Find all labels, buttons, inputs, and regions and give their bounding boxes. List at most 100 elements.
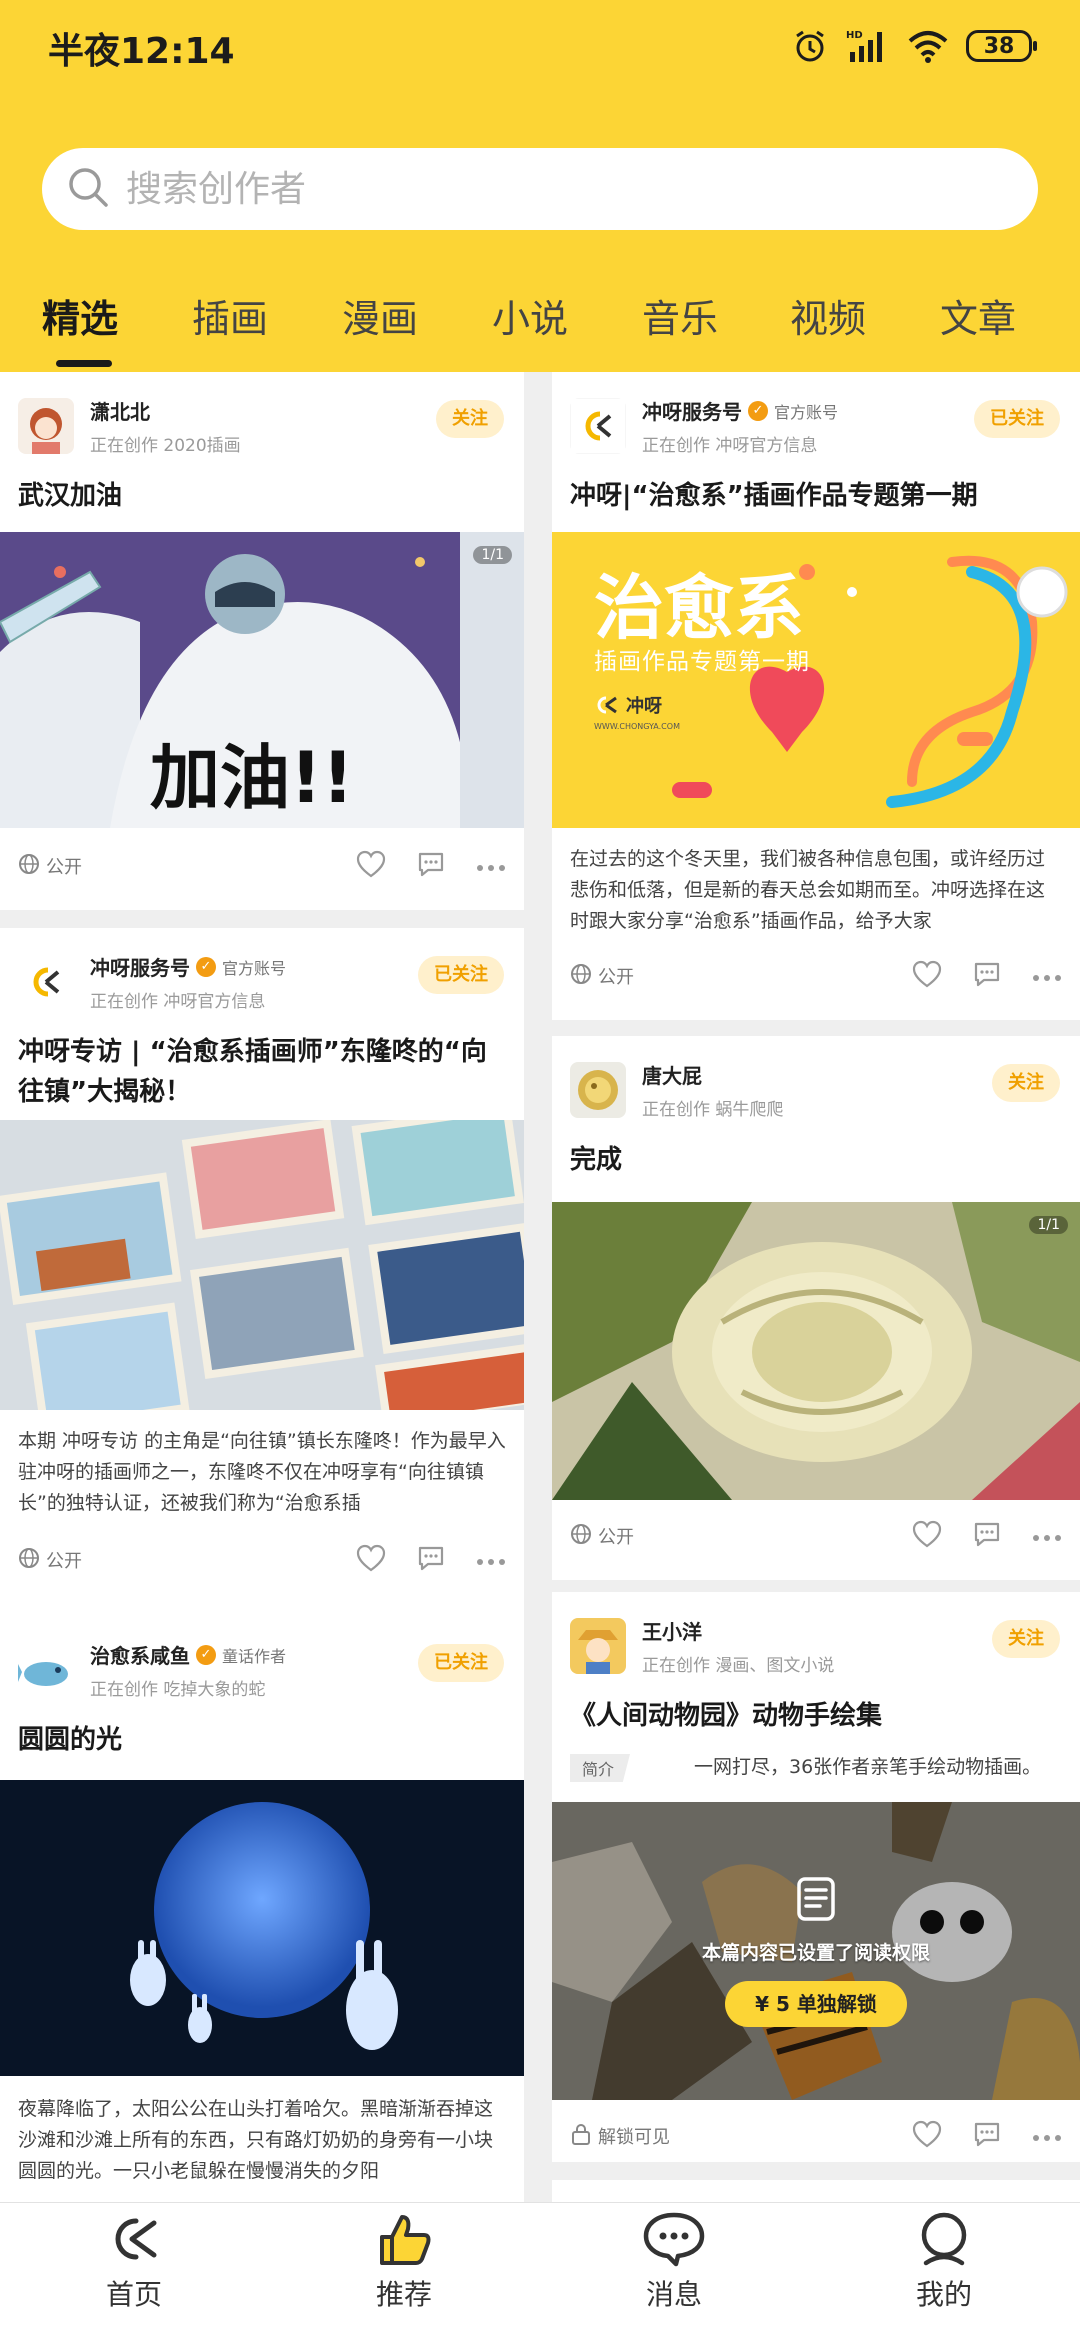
visibility-label: 公开 (46, 1551, 82, 1572)
tab-novels[interactable]: 小说 (492, 288, 568, 343)
more-icon[interactable] (1032, 2127, 1062, 2146)
post-image[interactable] (0, 1120, 524, 1410)
visibility-label: 公开 (598, 967, 634, 988)
post-card[interactable]: 治愈系咸鱼 ✓ 童话作者 正在创作 吃掉大象的蛇 已关注 圆圆的光 夜幕降临了，太阳… (0, 1616, 524, 2202)
author-name: 冲呀服务号 (642, 400, 742, 424)
globe-icon (570, 963, 592, 990)
post-footer: 公开 (570, 956, 1062, 996)
author-info[interactable]: 潇北北 正在创作 2020插画 (18, 394, 241, 458)
post-footer: 解锁可见 (570, 2116, 1062, 2156)
author-info[interactable]: 王小洋 正在创作 漫画、图文小说 (570, 1614, 834, 1678)
post-card[interactable]: 冲呀服务号 ✓ 官方账号 正在创作 冲呀官方信息 已关注 冲呀专访 | “治愈系插画… (0, 928, 524, 1668)
post-footer: 公开 (18, 1540, 506, 1580)
locked-overlay: 本篇内容已设置了阅读权限 ¥ 5 单独解锁 (552, 1802, 1080, 2100)
author-name: 冲呀服务号 (90, 956, 190, 980)
post-title: 《人间动物园》动物手绘集 (570, 1701, 883, 1731)
author-name: 唐大屁 (642, 1064, 702, 1088)
post-card[interactable] (552, 2180, 1080, 2202)
post-card[interactable]: 唐大屁 正在创作 蜗牛爬爬 关注 完成 1/1 公开 (552, 1036, 1080, 1580)
author-name: 治愈系咸鱼 (90, 1644, 190, 1668)
following-button[interactable]: 已关注 (974, 400, 1060, 438)
post-title: 武汉加油 (18, 481, 123, 511)
post-image[interactable]: 治愈系 插画作品专题第一期 冲呀 WWW.CHONGYA.COM (552, 532, 1080, 828)
author-status: 正在创作 漫画、图文小说 (642, 1656, 835, 1676)
author-info[interactable]: 治愈系咸鱼 ✓ 童话作者 正在创作 吃掉大象的蛇 (18, 1638, 286, 1702)
author-name: 王小洋 (642, 1620, 702, 1644)
svg-text:加油!!: 加油!! (150, 737, 354, 819)
comment-icon[interactable] (972, 1520, 1002, 1552)
author-info[interactable]: 冲呀服务号 ✓ 官方账号 正在创作 冲呀官方信息 (18, 950, 286, 1014)
comment-icon[interactable] (416, 1544, 446, 1576)
post-card[interactable]: 潇北北 正在创作 2020插画 关注 武汉加油 加油!! 1/1 公开 (0, 372, 524, 910)
nav-home[interactable]: 首页 (64, 2211, 204, 2313)
more-icon[interactable] (476, 1551, 506, 1570)
battery-indicator: 38 (966, 30, 1037, 62)
avatar[interactable] (570, 398, 626, 454)
tab-featured[interactable]: 精选 (42, 288, 118, 343)
avatar[interactable] (570, 1618, 626, 1674)
comment-icon[interactable] (972, 960, 1002, 992)
follow-button[interactable]: 关注 (992, 1620, 1060, 1658)
comment-icon[interactable] (972, 2120, 1002, 2152)
post-image[interactable] (0, 1780, 524, 2076)
more-icon[interactable] (1032, 1527, 1062, 1546)
author-status: 正在创作 蜗牛爬爬 (642, 1100, 784, 1120)
follow-button[interactable]: 关注 (992, 1064, 1060, 1102)
author-badge: 童话作者 (222, 1646, 287, 1666)
search-bar[interactable] (42, 148, 1038, 230)
locked-post-image[interactable]: 本篇内容已设置了阅读权限 ¥ 5 单独解锁 (552, 1802, 1080, 2100)
image-count: 1/1 (1029, 1216, 1068, 1234)
author-badge: 官方账号 (222, 958, 287, 978)
more-icon[interactable] (476, 857, 506, 876)
avatar[interactable] (18, 954, 74, 1010)
home-icon (102, 2211, 166, 2267)
nav-label: 消息 (645, 2278, 702, 2311)
like-icon[interactable] (912, 960, 942, 992)
nav-messages[interactable]: 消息 (604, 2211, 744, 2313)
verified-icon: ✓ (196, 1644, 216, 1665)
tab-comics[interactable]: 漫画 (342, 288, 418, 343)
banner-brand-name: 冲呀 (626, 696, 662, 717)
avatar[interactable] (570, 1062, 626, 1118)
document-icon (796, 1876, 836, 1926)
globe-icon (18, 1547, 40, 1574)
active-tab-indicator (56, 360, 112, 367)
comment-icon[interactable] (416, 850, 446, 882)
post-footer: 公开 (570, 1516, 1062, 1556)
nav-profile[interactable]: 我的 (874, 2211, 1014, 2313)
following-button[interactable]: 已关注 (418, 1644, 504, 1682)
verified-icon: ✓ (196, 956, 216, 977)
wifi-icon (908, 29, 948, 63)
alarm-icon (792, 28, 828, 64)
intro-tag: 简介 (570, 1754, 631, 1782)
author-info[interactable]: 唐大屁 正在创作 蜗牛爬爬 (570, 1058, 783, 1122)
unlock-button[interactable]: ¥ 5 单独解锁 (725, 1980, 907, 2027)
following-button[interactable]: 已关注 (418, 956, 504, 994)
avatar[interactable] (18, 398, 74, 454)
follow-button[interactable]: 关注 (436, 400, 504, 438)
nav-label: 首页 (105, 2278, 162, 2311)
more-icon[interactable] (1032, 967, 1062, 986)
tab-video[interactable]: 视频 (790, 288, 866, 343)
post-card[interactable]: 王小洋 正在创作 漫画、图文小说 关注 《人间动物园》动物手绘集 简介 一网打尽… (552, 1592, 1080, 2162)
post-card[interactable]: 冲呀服务号 ✓ 官方账号 正在创作 冲呀官方信息 已关注 冲呀|“治愈系”插画作品专… (552, 372, 1080, 1020)
nav-recommend[interactable]: 推荐 (334, 2211, 474, 2313)
post-image[interactable]: 1/1 (552, 1202, 1080, 1500)
tab-illustration[interactable]: 插画 (192, 288, 268, 343)
tab-articles[interactable]: 文章 (940, 288, 1016, 343)
author-info[interactable]: 冲呀服务号 ✓ 官方账号 正在创作 冲呀官方信息 (570, 394, 838, 458)
content-feed[interactable]: 潇北北 正在创作 2020插画 关注 武汉加油 加油!! 1/1 公开 冲呀服务… (0, 372, 1080, 2202)
like-icon[interactable] (356, 850, 386, 882)
like-icon[interactable] (912, 2120, 942, 2152)
like-icon[interactable] (912, 1520, 942, 1552)
like-icon[interactable] (356, 1544, 386, 1576)
post-image[interactable]: 加油!! 1/1 (0, 532, 524, 828)
bottom-navigation: 首页 推荐 消息 我的 (0, 2202, 1080, 2340)
avatar[interactable] (18, 1642, 74, 1698)
search-input[interactable] (126, 168, 1006, 210)
tab-music[interactable]: 音乐 (642, 288, 718, 343)
locked-notice: 本篇内容已设置了阅读权限 (701, 1941, 930, 1964)
header: 半夜12:14 HD 38 精选 插画 漫画 小说 音乐 视频 文章 (0, 0, 1080, 372)
author-status: 正在创作 2020插画 (90, 436, 241, 456)
banner-title: 治愈系 (594, 567, 804, 649)
